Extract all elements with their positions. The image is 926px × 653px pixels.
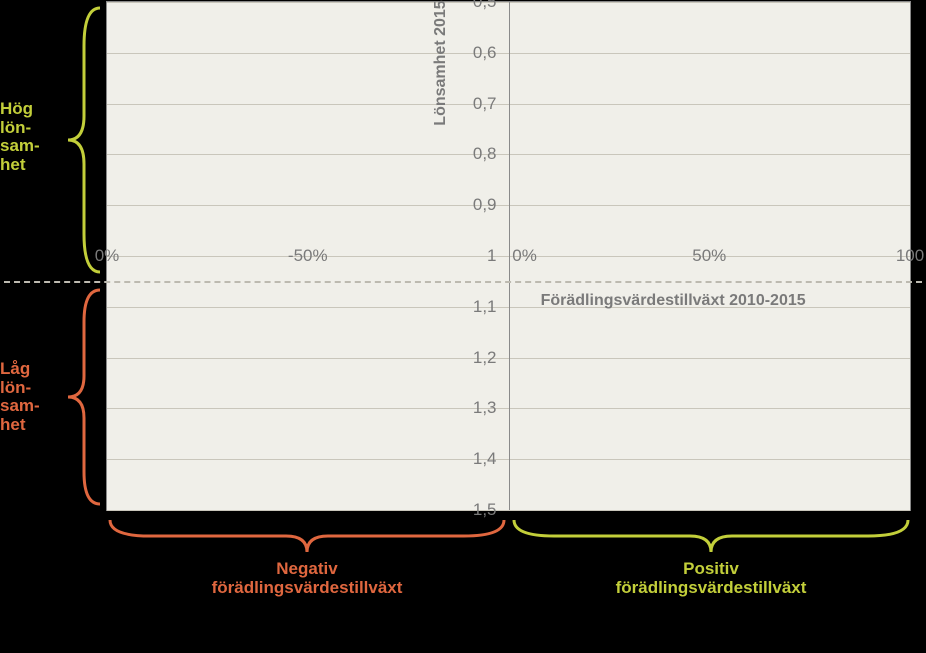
text: sam-	[0, 397, 62, 416]
text: Negativ	[207, 560, 407, 579]
plot-area: 0,5 0,6 0,7 0,8 0,9 1 1,1 1,2 1,3 1,4 1,…	[106, 1, 911, 511]
y-tick: 1,4	[457, 449, 497, 469]
y-tick: 0,6	[457, 43, 497, 63]
quadrant-label-neg-growth: Negativ förädlingsvärdestillväxt	[207, 560, 407, 597]
text: sam-	[0, 137, 62, 156]
x-tick: 50%	[692, 246, 726, 266]
y-tick: 1,1	[457, 297, 497, 317]
x-axis-title: Förädlingsvärdestillväxt 2010-2015	[541, 292, 806, 310]
text: Låg	[0, 360, 62, 379]
text: lön-	[0, 379, 62, 398]
text: förädlingsvärdestillväxt	[207, 579, 407, 598]
quadrant-label-pos-growth: Positiv förädlingsvärdestillväxt	[611, 560, 811, 597]
y-tick: 0,9	[457, 195, 497, 215]
brace-bottom-right-icon	[512, 518, 910, 554]
text: Positiv	[611, 560, 811, 579]
quadrant-label-low-profit: Låg lön- sam- het	[0, 360, 62, 435]
y-tick: 0,7	[457, 94, 497, 114]
brace-left-top-icon	[66, 6, 102, 274]
text: lön-	[0, 119, 62, 138]
text: förädlingsvärdestillväxt	[611, 579, 811, 598]
gridline-y	[107, 510, 910, 511]
x-tick: -50%	[288, 246, 328, 266]
y-tick: 1,2	[457, 348, 497, 368]
y-tick: 0,5	[457, 0, 497, 12]
reference-line	[4, 281, 922, 283]
brace-left-bottom-icon	[66, 288, 102, 506]
y-tick: 1,3	[457, 398, 497, 418]
quadrant-label-high-profit: Hög lön- sam- het	[0, 100, 62, 175]
text: Hög	[0, 100, 62, 119]
y-axis-zero	[509, 2, 510, 510]
y-tick: 0,8	[457, 144, 497, 164]
brace-bottom-left-icon	[108, 518, 506, 554]
x-tick: 0%	[512, 246, 537, 266]
y-tick: 1	[457, 246, 497, 266]
text: het	[0, 156, 62, 175]
x-tick: 100	[896, 246, 924, 266]
y-axis-title: Lönsamhet 2015	[432, 0, 450, 125]
y-tick: 1,5	[457, 500, 497, 520]
text: het	[0, 416, 62, 435]
